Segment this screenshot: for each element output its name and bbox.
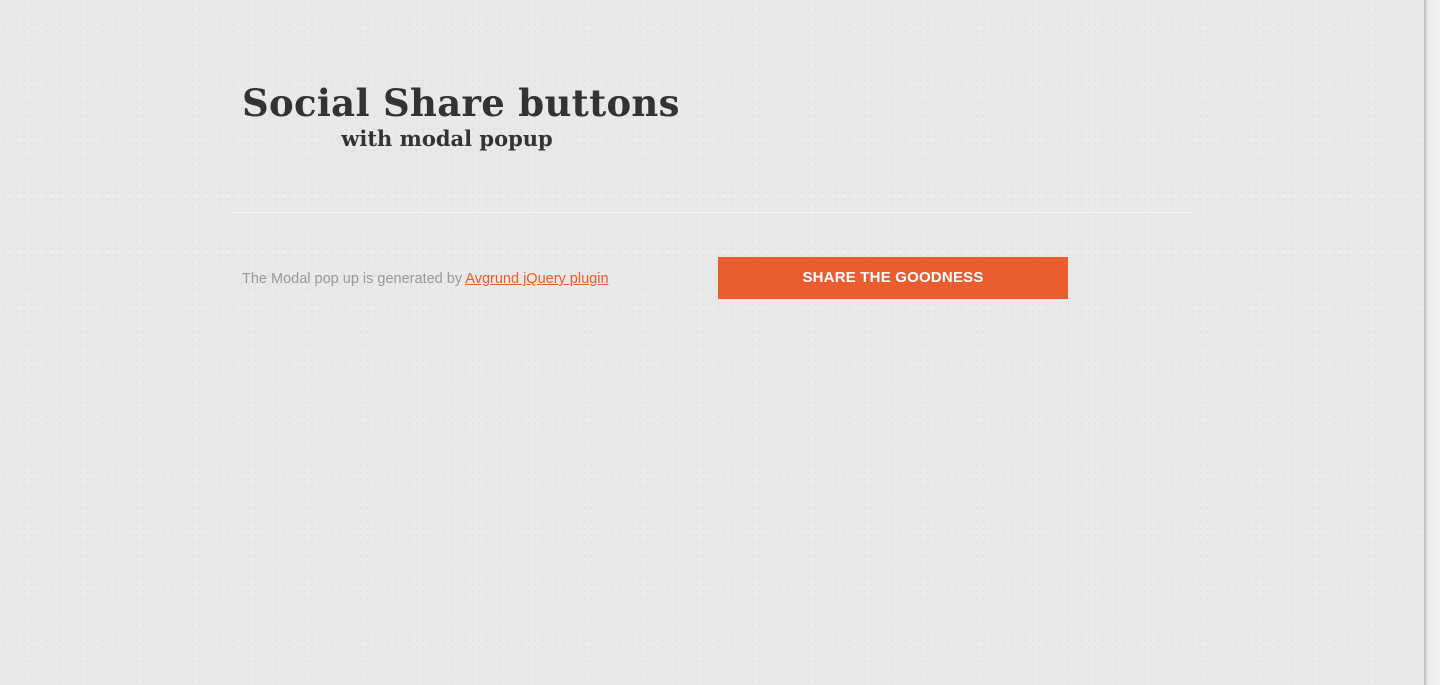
page-header: Social Share buttons with modal popup: [242, 80, 680, 152]
share-button[interactable]: SHARE THE GOODNESS: [718, 257, 1068, 299]
plugin-note: The Modal pop up is generated by Avgrund…: [242, 269, 609, 289]
plugin-note-text: The Modal pop up is generated by: [242, 271, 466, 287]
window-scroll-edge[interactable]: [1424, 0, 1440, 685]
divider: [233, 212, 1191, 213]
page-subtitle: with modal popup: [341, 126, 553, 151]
page-title: Social Share buttons: [242, 81, 680, 125]
avgrund-plugin-link[interactable]: Avgrund jQuery plugin: [465, 271, 608, 287]
page: Social Share buttons with modal popup Th…: [0, 0, 1424, 685]
